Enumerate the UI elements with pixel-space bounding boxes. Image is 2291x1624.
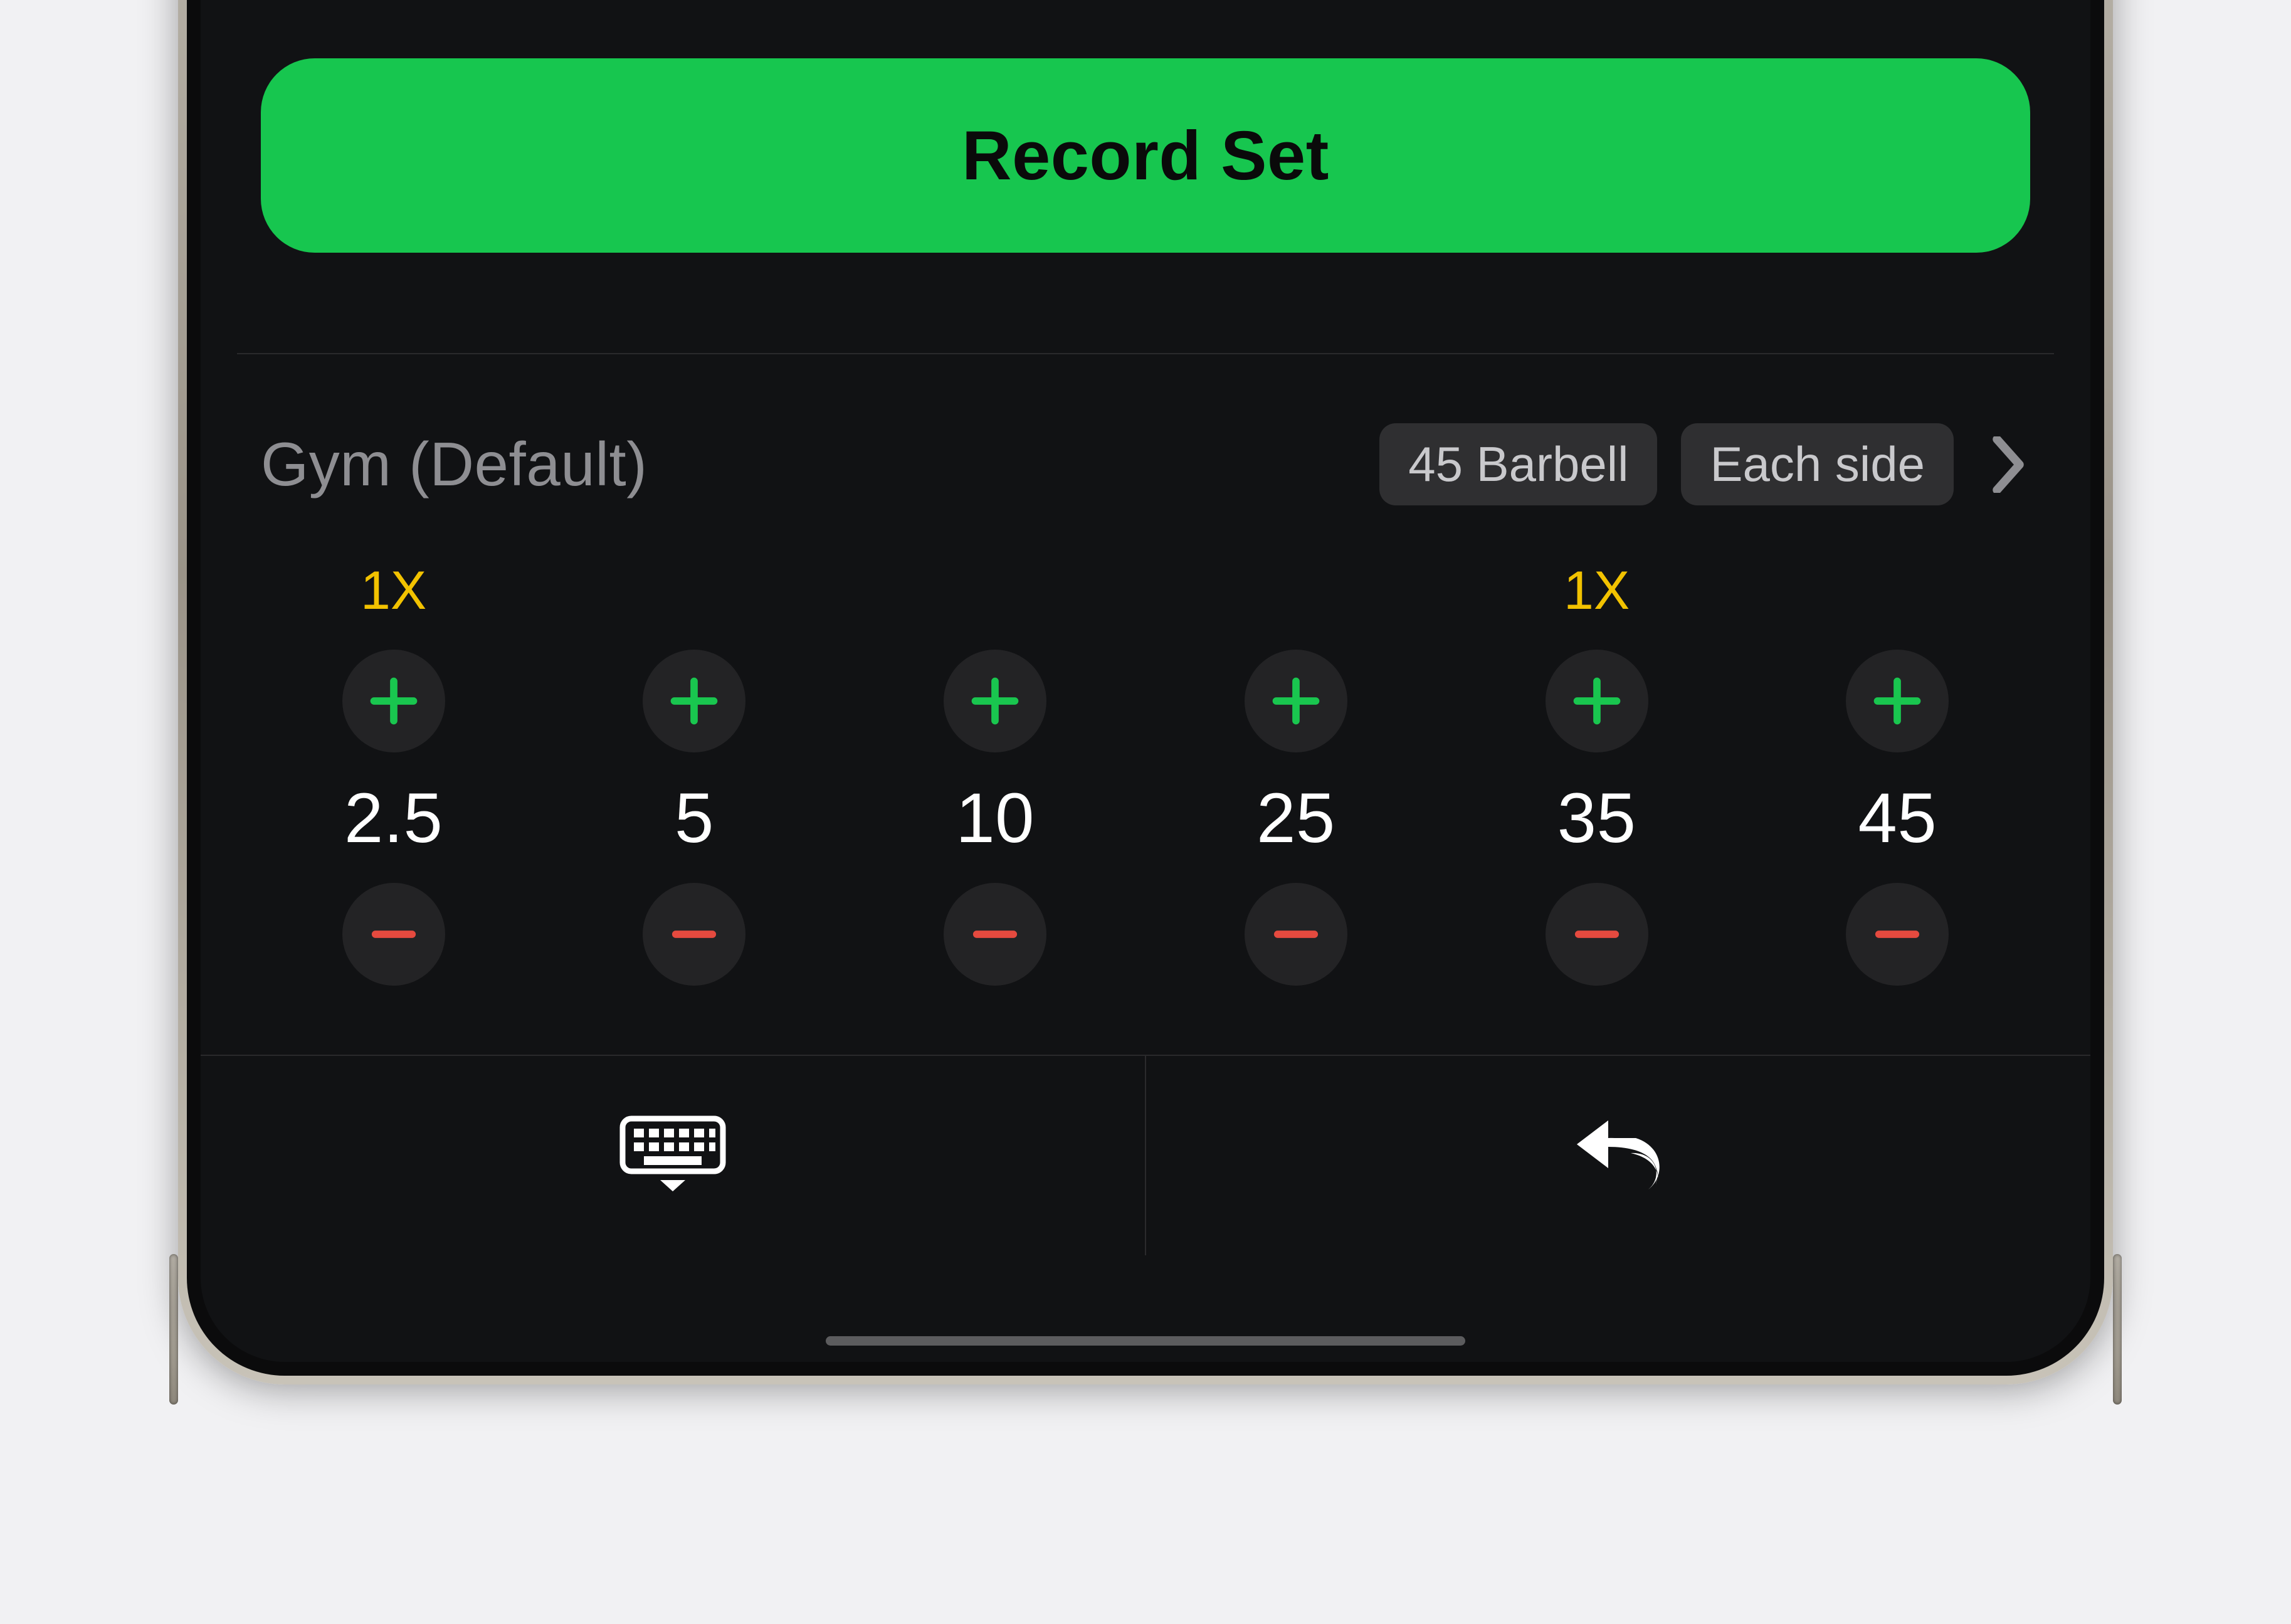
minus-icon	[1268, 906, 1324, 962]
plate-add-button[interactable]	[643, 650, 745, 752]
minus-icon	[666, 906, 722, 962]
plates-row: 1X 2.5 5 10 25 1X 35 45	[261, 562, 2030, 986]
dismiss-keyboard-button[interactable]	[201, 1056, 1145, 1255]
minus-icon	[366, 906, 422, 962]
gym-label: Gym (Default)	[261, 429, 1356, 500]
plus-icon	[1569, 673, 1625, 729]
plus-icon	[967, 673, 1023, 729]
phone-screen: Record Set Gym (Default) 45 Barbell Each…	[201, 0, 2090, 1362]
plate-remove-button[interactable]	[944, 883, 1046, 986]
plate-remove-button[interactable]	[1546, 883, 1648, 986]
plate-picker-section: Gym (Default) 45 Barbell Each side	[237, 354, 2054, 1055]
phone-side-button-right	[2113, 1254, 2122, 1405]
barbell-chip-label: 45 Barbell	[1408, 436, 1628, 492]
plate-weight-label: 25	[1256, 780, 1335, 855]
undo-button[interactable]	[1146, 1056, 2090, 1255]
home-indicator[interactable]	[826, 1336, 1465, 1346]
plate-add-button[interactable]	[1546, 650, 1648, 752]
plate-picker-header[interactable]: Gym (Default) 45 Barbell Each side	[261, 423, 2030, 505]
plate-column: 45	[1765, 562, 2030, 986]
record-set-button[interactable]: Record Set	[261, 58, 2030, 253]
minus-icon	[1869, 906, 1925, 962]
plate-weight-label: 35	[1557, 780, 1636, 855]
plus-icon	[666, 673, 722, 729]
plus-icon	[1268, 673, 1324, 729]
plate-multiplier: 1X	[1564, 562, 1630, 622]
plate-settings-chevron[interactable]	[1986, 443, 2030, 487]
input-accessory-bar	[201, 1055, 2090, 1255]
plate-remove-button[interactable]	[1245, 883, 1347, 986]
minus-icon	[967, 906, 1023, 962]
plate-multiplier: 1X	[361, 562, 426, 622]
plate-weight-label: 2.5	[344, 780, 443, 855]
phone-outer-shell: Record Set Gym (Default) 45 Barbell Each…	[178, 0, 2113, 1384]
plus-icon	[1869, 673, 1925, 729]
safe-area-bottom	[201, 1255, 2090, 1362]
plate-remove-button[interactable]	[643, 883, 745, 986]
plate-column: 5	[562, 562, 827, 986]
plate-column: 1X 2.5	[261, 562, 526, 986]
side-chip-label: Each side	[1710, 436, 1925, 492]
phone-side-button-left	[169, 1254, 178, 1405]
phone-frame: Record Set Gym (Default) 45 Barbell Each…	[187, 0, 2104, 1376]
app-content: Record Set Gym (Default) 45 Barbell Each…	[201, 58, 2090, 1055]
plate-column: 25	[1163, 562, 1428, 986]
record-set-label: Record Set	[962, 116, 1329, 196]
plate-weight-label: 45	[1858, 780, 1937, 855]
plate-add-button[interactable]	[944, 650, 1046, 752]
plate-remove-button[interactable]	[1846, 883, 1949, 986]
minus-icon	[1569, 906, 1625, 962]
side-chip[interactable]: Each side	[1681, 423, 1954, 505]
plus-icon	[366, 673, 422, 729]
barbell-chip[interactable]: 45 Barbell	[1379, 423, 1657, 505]
plate-column: 1X 35	[1464, 562, 1729, 986]
chevron-right-icon	[1991, 436, 2025, 493]
plate-add-button[interactable]	[1245, 650, 1347, 752]
plate-add-button[interactable]	[1846, 650, 1949, 752]
plate-remove-button[interactable]	[342, 883, 445, 986]
undo-icon	[1568, 1112, 1668, 1200]
keyboard-dismiss-icon	[616, 1115, 729, 1196]
plate-weight-label: 10	[956, 780, 1035, 855]
plate-weight-label: 5	[675, 780, 714, 855]
plate-add-button[interactable]	[342, 650, 445, 752]
plate-column: 10	[862, 562, 1127, 986]
